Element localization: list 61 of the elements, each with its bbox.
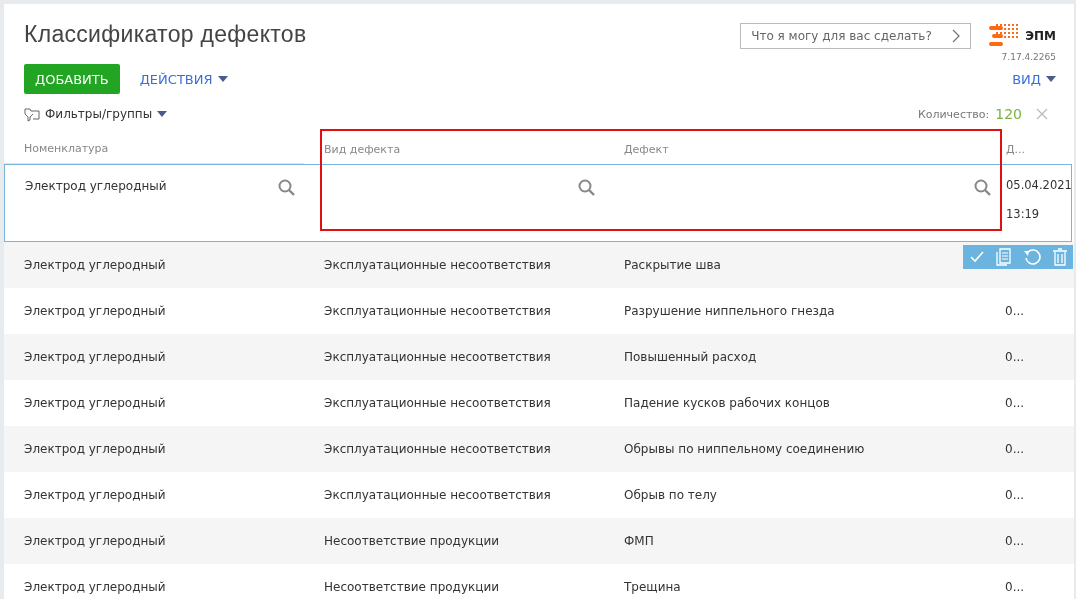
nomenclature-value: Электрод углеродный xyxy=(25,179,167,193)
command-field[interactable]: Что я могу для вас сделать? xyxy=(740,23,972,49)
date-cell: 0... xyxy=(1005,304,1025,318)
defect-cell: Разрушение ниппельного гнезда xyxy=(624,304,835,318)
date-value: 05.04.2021 xyxy=(1006,178,1071,192)
logo-text: ЭПМ xyxy=(1025,29,1056,43)
defect-type-cell: Несоответствие продукции xyxy=(324,534,499,548)
view-menu[interactable]: ВИД xyxy=(1012,71,1056,87)
close-icon xyxy=(1036,108,1048,120)
date-cell: 0... xyxy=(1005,534,1025,548)
search-icon xyxy=(578,179,595,196)
filters-button[interactable]: Фильтры/группы xyxy=(24,106,168,122)
defect-cell: Обрывы по ниппельному соединению xyxy=(624,442,865,456)
column-header: Д... xyxy=(1006,142,1026,156)
date-cell: 0... xyxy=(1005,488,1025,502)
defect-cell: Трещина xyxy=(624,580,681,594)
defect-type-cell: Эксплуатационные несоответствия xyxy=(324,488,551,502)
defect-type-cell: Эксплуатационные несоответствия xyxy=(324,304,551,318)
version-label: 7.17.4.2265 xyxy=(1001,52,1056,62)
filter-folder-icon xyxy=(24,106,40,122)
nomenclature-cell: Электрод углеродный xyxy=(24,534,166,548)
trash-icon xyxy=(1051,248,1068,266)
nomenclature-cell: Электрод углеродный xyxy=(24,580,166,594)
date-cell: 0... xyxy=(1005,350,1025,364)
column-header: Номенклатура xyxy=(24,142,109,155)
defect-type-cell: Несоответствие продукции xyxy=(324,580,499,594)
search-icon xyxy=(974,179,991,196)
date-cell: 0... xyxy=(1005,396,1025,410)
record-count: 120 xyxy=(995,106,1022,122)
defect-cell: Падение кусков рабочих концов xyxy=(624,396,830,410)
defect-type-cell: Эксплуатационные несоответствия xyxy=(324,258,551,272)
defect-type-cell: Эксплуатационные несоответствия xyxy=(324,442,551,456)
defect-cell: Повышенный расход xyxy=(624,350,757,364)
search-icon xyxy=(278,179,295,196)
column-header: Вид дефекта xyxy=(324,142,401,156)
caret-icon xyxy=(217,76,228,82)
check-icon xyxy=(968,249,985,265)
page-title: Классификатор дефектов xyxy=(24,21,307,49)
add-button[interactable]: ДОБАВИТЬ xyxy=(24,64,120,94)
actions-menu[interactable]: ДЕЙСТВИЯ xyxy=(139,71,228,87)
nomenclature-cell: Электрод углеродный xyxy=(24,350,166,364)
date-cell: 0... xyxy=(1005,442,1025,456)
nomenclature-cell: Электрод углеродный xyxy=(24,304,166,318)
nomenclature-cell: Электрод углеродный xyxy=(24,258,166,272)
date-cell: 0... xyxy=(1005,580,1025,594)
nomenclature-cell: Электрод углеродный xyxy=(24,488,166,502)
chevron-right-icon xyxy=(952,29,961,43)
copy-icon xyxy=(995,248,1012,266)
time-value: 13:19 xyxy=(1006,207,1040,221)
caret-icon xyxy=(157,111,168,117)
defect-cell: Раскрытие шва xyxy=(624,258,721,272)
defect-type-cell: Эксплуатационные несоответствия xyxy=(324,396,551,410)
count-label: Количество: xyxy=(917,107,990,121)
nomenclature-cell: Электрод углеродный xyxy=(24,396,166,410)
defect-type-cell: Эксплуатационные несоответствия xyxy=(324,350,551,364)
column-header: Дефект xyxy=(624,142,669,156)
undo-icon xyxy=(1022,248,1041,266)
defect-cell: ФМП xyxy=(624,534,654,548)
nomenclature-cell: Электрод углеродный xyxy=(24,442,166,456)
caret-icon xyxy=(1046,76,1056,82)
defect-cell: Обрыв по телу xyxy=(624,488,717,502)
